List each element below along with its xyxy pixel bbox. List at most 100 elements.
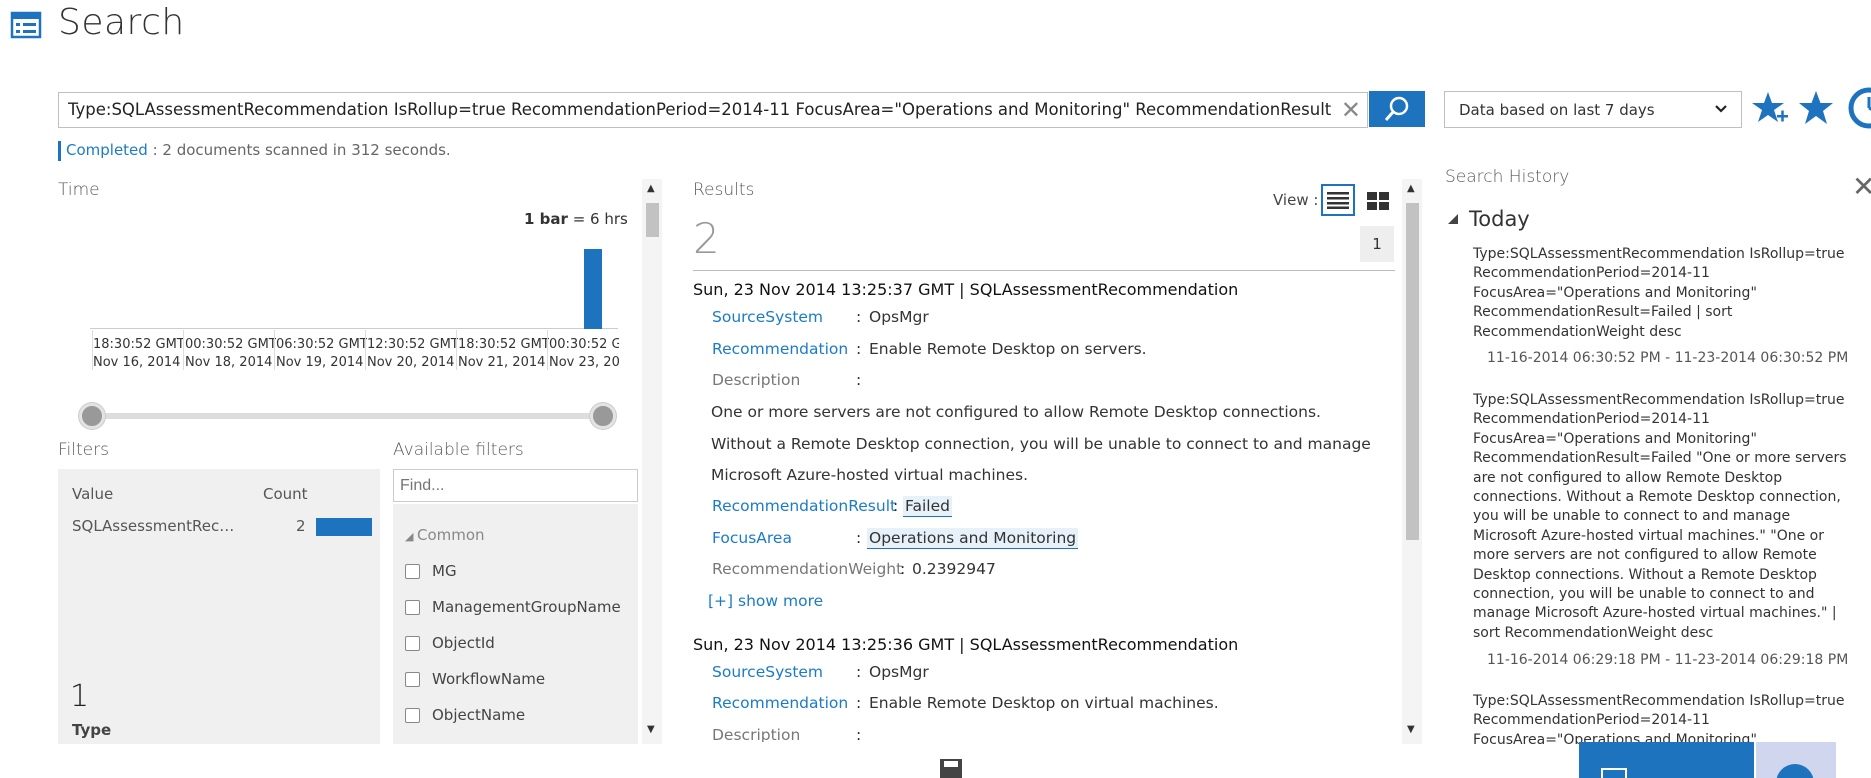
show-more-link[interactable]: [+] show more xyxy=(708,592,823,610)
results-title: Results xyxy=(693,180,755,200)
history-group-today[interactable]: Today xyxy=(1469,207,1530,231)
field-name[interactable]: RecommendationResult xyxy=(712,497,896,515)
tick-date: Nov 16, 2014 xyxy=(93,355,181,370)
field-name[interactable]: Recommendation xyxy=(712,340,848,358)
field-value[interactable]: OpsMgr xyxy=(869,308,929,326)
scroll-up-icon[interactable]: ▲ xyxy=(1407,183,1415,194)
field-colon: : xyxy=(856,529,862,547)
filter-option[interactable]: MG xyxy=(405,562,457,580)
filter-count-bar[interactable] xyxy=(316,518,372,536)
list-icon xyxy=(1327,192,1349,209)
caret-down-icon[interactable] xyxy=(1447,213,1459,225)
filter-option-label: ObjectName xyxy=(432,706,526,724)
time-chart-axis xyxy=(90,328,618,329)
time-tick: 18:30:52 GMT Nov 16, 2014 xyxy=(93,336,184,372)
time-tick: 00:30:52 GMT Nov 23, 2014 xyxy=(549,336,619,372)
filter-value[interactable]: SQLAssessmentRecommendation xyxy=(72,517,237,535)
field-value[interactable]: Operations and Monitoring xyxy=(867,528,1079,549)
filter-option[interactable]: ObjectName xyxy=(405,706,525,724)
field-value[interactable]: Enable Remote Desktop on servers. xyxy=(869,340,1147,358)
filter-option[interactable]: ManagementGroupName xyxy=(405,598,621,616)
checkbox[interactable] xyxy=(405,707,420,723)
slider-end-handle[interactable] xyxy=(590,403,616,429)
left-panel-scrollbar[interactable]: ▲ ▼ xyxy=(642,179,662,744)
field-name[interactable]: SourceSystem xyxy=(712,663,823,681)
help-button[interactable] xyxy=(1756,742,1836,778)
time-tick: 06:30:52 GMT Nov 19, 2014 xyxy=(276,336,367,372)
scroll-thumb[interactable] xyxy=(646,203,659,237)
checkbox[interactable] xyxy=(405,563,420,579)
highlight-value[interactable]: Failed xyxy=(903,496,952,517)
time-range-select[interactable]: Data based on last 7 days xyxy=(1444,91,1742,128)
filter-option-label: ManagementGroupName xyxy=(432,598,621,616)
filter-count: 2 xyxy=(296,517,306,535)
page-title: Search xyxy=(58,2,185,43)
result-description-text: One or more servers are not configured t… xyxy=(711,403,1371,484)
add-favorite-icon[interactable] xyxy=(1750,88,1790,128)
history-entry-range: 11-16-2014 06:29:18 PM - 11-23-2014 06:2… xyxy=(1487,652,1849,668)
field-value[interactable]: Failed xyxy=(903,496,952,517)
checkbox[interactable] xyxy=(405,635,420,651)
save-icon[interactable] xyxy=(939,758,963,778)
filter-option[interactable]: ObjectId xyxy=(405,634,495,652)
favorites-icon[interactable] xyxy=(1796,88,1836,128)
tick-separator xyxy=(183,330,184,370)
history-entry-query[interactable]: Type:SQLAssessmentRecommendation IsRollu… xyxy=(1473,391,1853,646)
results-scrollbar[interactable]: ▲ ▼ xyxy=(1402,179,1422,744)
result-header: Sun, 23 Nov 2014 13:25:37 GMT | SQLAsses… xyxy=(693,280,1239,299)
result-field-description: Description : xyxy=(0,726,1400,742)
slider-start-handle[interactable] xyxy=(79,403,105,429)
time-tick: 18:30:52 GMT Nov 21, 2014 xyxy=(458,336,549,372)
field-value[interactable]: 0.2392947 xyxy=(912,560,996,578)
search-history-title: Search History xyxy=(1445,167,1570,187)
tick-separator xyxy=(274,330,275,370)
filters-header-count: Count xyxy=(263,485,308,503)
help-icon xyxy=(1776,764,1814,778)
list-view-button[interactable] xyxy=(1321,184,1355,216)
tick-date: Nov 23, 2014 xyxy=(549,355,619,370)
page-number[interactable]: 1 xyxy=(1360,226,1394,262)
clear-search-icon[interactable]: ✕ xyxy=(1341,96,1361,124)
filter-group-common[interactable]: ◢ Common xyxy=(405,526,485,544)
scroll-up-icon[interactable]: ▲ xyxy=(647,183,655,194)
history-clock-icon[interactable] xyxy=(1843,86,1871,132)
field-name: Description xyxy=(712,371,801,389)
tick-date: Nov 21, 2014 xyxy=(458,355,546,370)
field-value[interactable]: Enable Remote Desktop on virtual machine… xyxy=(869,694,1219,712)
search-query-text[interactable]: Type:SQLAssessmentRecommendation IsRollu… xyxy=(68,100,1333,119)
field-colon: : xyxy=(893,497,899,515)
tick-separator xyxy=(365,330,366,370)
highlight-value[interactable]: Operations and Monitoring xyxy=(867,528,1079,549)
filter-group-label: Common xyxy=(416,526,485,544)
grid-view-button[interactable] xyxy=(1363,186,1393,216)
search-page-icon xyxy=(10,11,42,39)
filter-find-input[interactable] xyxy=(393,469,638,502)
checkbox[interactable] xyxy=(405,671,420,687)
checkbox[interactable] xyxy=(405,599,420,615)
history-entry-query[interactable]: Type:SQLAssessmentRecommendation IsRollu… xyxy=(1473,245,1853,342)
field-name[interactable]: SourceSystem xyxy=(712,308,823,326)
tick-time: 18:30:52 GMT xyxy=(458,337,549,352)
feedback-button[interactable] xyxy=(1579,742,1754,778)
scroll-down-icon[interactable]: ▼ xyxy=(1407,724,1415,735)
time-chart-bar[interactable] xyxy=(584,249,602,329)
field-colon: : xyxy=(856,308,862,326)
tick-date: Nov 19, 2014 xyxy=(276,355,364,370)
field-colon: : xyxy=(856,371,862,389)
scroll-thumb[interactable] xyxy=(1406,203,1419,540)
field-name[interactable]: Recommendation xyxy=(712,694,848,712)
search-input[interactable]: Type:SQLAssessmentRecommendation IsRollu… xyxy=(58,92,1368,128)
history-entry-query[interactable]: Type:SQLAssessmentRecommendation IsRollu… xyxy=(1473,692,1853,744)
filter-option[interactable]: WorkflowName xyxy=(405,670,545,688)
search-button[interactable] xyxy=(1369,91,1425,127)
filters-panel: Value Count SQLAssessmentRecommendation … xyxy=(58,469,380,744)
close-icon[interactable]: ✕ xyxy=(1852,170,1871,203)
time-range-slider[interactable] xyxy=(92,413,602,419)
field-name[interactable]: FocusArea xyxy=(712,529,792,547)
history-group-label: Today xyxy=(1469,207,1530,231)
chevron-down-icon xyxy=(1715,105,1727,113)
search-status: Completed : 2 documents scanned in 312 s… xyxy=(58,141,451,161)
field-value[interactable]: OpsMgr xyxy=(869,663,929,681)
magnifier-icon xyxy=(1384,96,1409,121)
tick-time: 00:30:52 GMT xyxy=(549,337,619,352)
